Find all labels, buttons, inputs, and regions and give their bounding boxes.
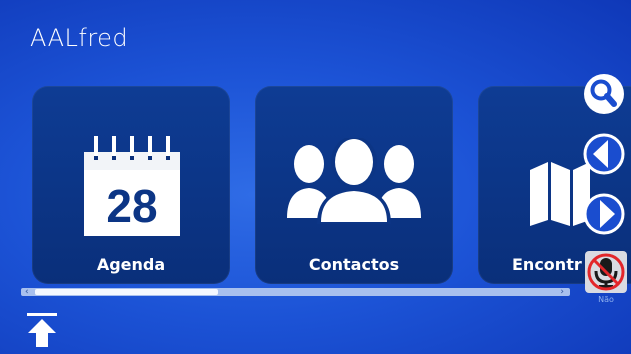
scroll-up-button[interactable] [27,313,57,347]
people-icon [287,138,421,224]
calendar-day: 28 [106,180,157,232]
scroll-right-arrow[interactable]: › [560,286,564,298]
next-button[interactable] [581,191,627,237]
tile-contactos-label: Contactos [308,255,400,274]
previous-button[interactable] [581,131,627,177]
calendar-icon: 28 [84,136,180,236]
microphone-caption: Não [598,295,614,304]
app-title: AALfred [30,24,129,52]
chevron-right-icon [583,193,625,235]
search-icon [584,74,624,114]
arrow-up-icon [27,313,57,347]
scroll-thumb[interactable] [35,289,218,295]
tile-agenda[interactable]: 28 Agenda [32,86,230,284]
tile-encontrar-label: Encontr [512,255,582,274]
app-screen: AALfred 28 Agenda Contactos Encontr ‹ › … [0,0,631,354]
microphone-button[interactable] [585,251,627,293]
scroll-left-arrow[interactable]: ‹ [25,286,29,298]
search-button[interactable] [581,71,627,117]
horizontal-scrollbar[interactable]: ‹ › [21,286,570,298]
chevron-left-icon [583,133,625,175]
tile-agenda-label: Agenda [96,255,166,274]
mic-off-icon [587,253,625,291]
tile-contactos[interactable]: Contactos [255,86,453,284]
